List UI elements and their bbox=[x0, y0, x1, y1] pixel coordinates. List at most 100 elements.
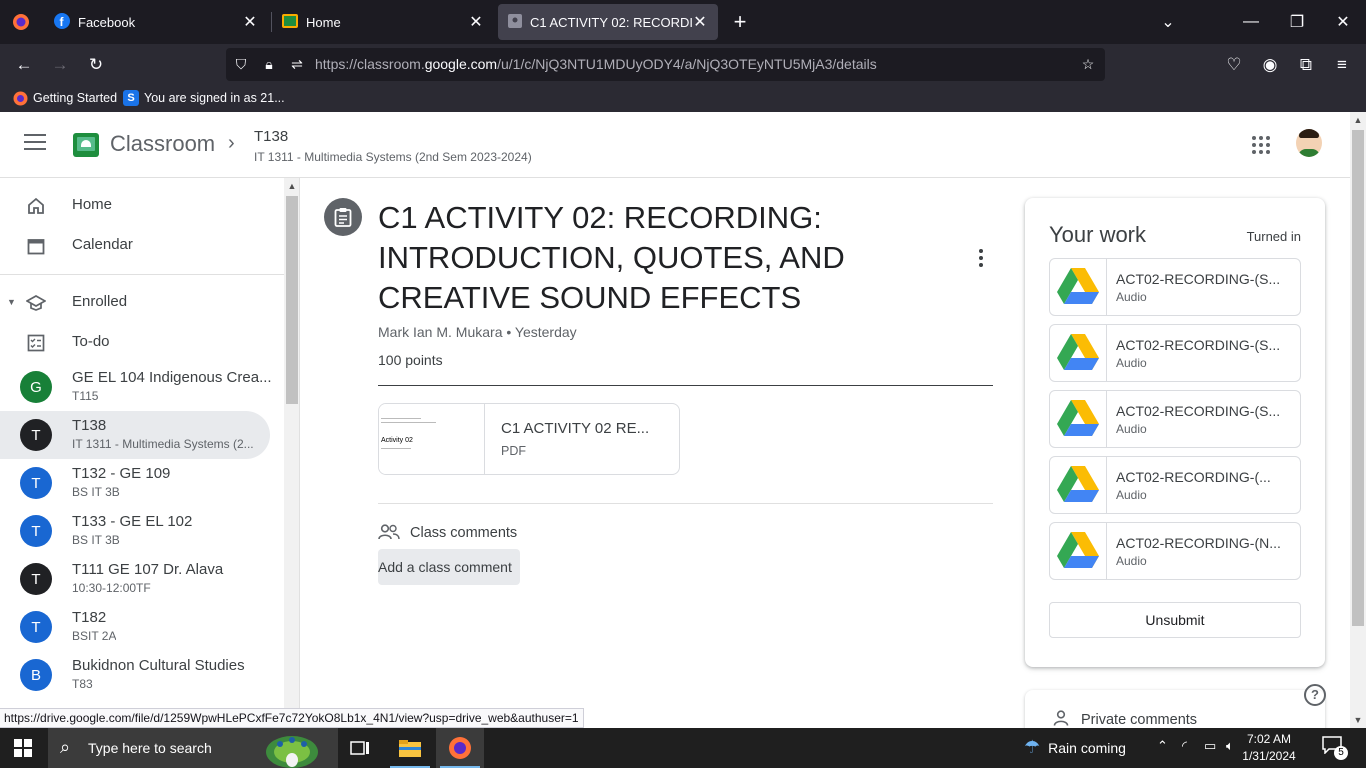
url-bar[interactable]: ⛉ 🔒︎ ⇌ https://classroom.google.com/u/1/… bbox=[226, 48, 1105, 81]
sidebar-item-class[interactable]: T T111 GE 107 Dr. Alava 10:30-12:00TF bbox=[0, 555, 270, 603]
new-tab-icon[interactable]: + bbox=[728, 8, 752, 36]
sidebar-item-class[interactable]: G GE EL 104 Indigenous Crea... T115 bbox=[0, 363, 272, 411]
chevron-up-icon[interactable]: ⌃ bbox=[1157, 738, 1168, 754]
scrollbar-thumb[interactable] bbox=[1352, 130, 1364, 626]
attachment-card[interactable]: Activity 02 C1 ACTIVITY 02 RE... PDF bbox=[378, 403, 680, 475]
close-icon[interactable]: ✕ bbox=[242, 12, 258, 32]
checklist-icon bbox=[24, 331, 48, 355]
reload-icon[interactable]: ↻ bbox=[83, 52, 109, 78]
avatar[interactable] bbox=[1296, 129, 1322, 157]
google-apps-icon[interactable] bbox=[1252, 136, 1270, 154]
taskbar-search[interactable]: ⌕ Type here to search bbox=[48, 728, 338, 768]
calendar-icon bbox=[24, 234, 48, 258]
battery-icon[interactable]: ▭ bbox=[1204, 738, 1216, 754]
minimize-icon[interactable]: — bbox=[1228, 0, 1274, 44]
sidebar-item-class[interactable]: B Bukidnon Cultural Studies T83 bbox=[0, 651, 270, 699]
forward-icon[interactable]: → bbox=[47, 52, 73, 78]
sidebar-item-class-selected[interactable]: T T138 IT 1311 - Multimedia Systems (2..… bbox=[0, 411, 270, 459]
shield-icon[interactable]: ⛉ bbox=[232, 55, 250, 73]
divider bbox=[378, 503, 993, 504]
url-text[interactable]: https://classroom.google.com/u/1/c/NjQ3N… bbox=[315, 56, 877, 72]
class-section: T83 bbox=[72, 677, 93, 691]
pocket-icon[interactable]: ♡ bbox=[1221, 52, 1247, 78]
add-class-comment-button[interactable]: Add a class comment bbox=[378, 549, 520, 585]
tab-facebook[interactable]: f Facebook ✕ bbox=[44, 4, 268, 40]
file-name: ACT02-RECORDING-(S... bbox=[1116, 403, 1281, 419]
bookmark-star-icon[interactable]: ☆ bbox=[1079, 55, 1097, 73]
page-scrollbar[interactable]: ▲ ▼ bbox=[1350, 112, 1366, 728]
file-name: ACT02-RECORDING-(S... bbox=[1116, 271, 1281, 287]
sidebar-scrollbar[interactable]: ▲ bbox=[284, 178, 299, 728]
weather-widget[interactable]: ☂ Rain coming bbox=[1024, 737, 1126, 758]
scroll-down-icon[interactable]: ▼ bbox=[1350, 712, 1366, 728]
navigation-toolbar: ← → ↻ ⛉ 🔒︎ ⇌ https://classroom.google.co… bbox=[0, 44, 1366, 86]
window-close-icon[interactable]: ✕ bbox=[1320, 0, 1366, 44]
pdf-thumbnail: Activity 02 bbox=[379, 404, 485, 474]
notification-center-icon[interactable]: 5 bbox=[1322, 736, 1348, 760]
sidebar-item-calendar[interactable]: Calendar bbox=[0, 222, 270, 270]
main-menu-icon[interactable] bbox=[24, 134, 46, 152]
sidebar-item-class[interactable]: T T132 - GE 109 BS IT 3B bbox=[0, 459, 270, 507]
scroll-up-icon[interactable]: ▲ bbox=[284, 178, 299, 194]
private-comments-card[interactable]: Private comments bbox=[1025, 690, 1325, 728]
file-type: Audio bbox=[1116, 290, 1147, 304]
restore-icon[interactable]: ❐ bbox=[1274, 0, 1320, 44]
umbrella-icon: ☂ bbox=[1024, 737, 1041, 757]
course-subtitle: IT 1311 - Multimedia Systems (2nd Sem 20… bbox=[254, 150, 532, 164]
author-line: Mark Ian M. Mukara • Yesterday bbox=[378, 324, 577, 340]
firefox-menu-icon[interactable] bbox=[0, 0, 42, 44]
google-drive-icon bbox=[1050, 523, 1107, 579]
close-icon[interactable]: ✕ bbox=[468, 12, 484, 32]
unsubmit-button[interactable]: Unsubmit bbox=[1049, 602, 1301, 638]
assignment-icon bbox=[508, 13, 522, 31]
submitted-file[interactable]: ACT02-RECORDING-(S... Audio bbox=[1049, 324, 1301, 382]
sidebar-item-class[interactable]: T T133 - GE EL 102 BS IT 3B bbox=[0, 507, 270, 555]
course-title[interactable]: T138 bbox=[254, 128, 288, 145]
extensions-icon[interactable]: ⧉ bbox=[1293, 52, 1319, 78]
brand-name[interactable]: Classroom bbox=[110, 131, 215, 157]
task-view-icon[interactable] bbox=[336, 728, 384, 768]
account-icon[interactable]: ◉ bbox=[1257, 52, 1283, 78]
class-avatar: T bbox=[20, 611, 52, 643]
your-work-card: Your work Turned in ACT02-RECORDING-(S..… bbox=[1025, 198, 1325, 667]
classroom-icon bbox=[282, 13, 298, 31]
class-name: GE EL 104 Indigenous Crea... bbox=[72, 369, 272, 386]
scrollbar-thumb[interactable] bbox=[286, 196, 298, 404]
thumbnail-title: Activity 02 bbox=[381, 437, 413, 444]
bookmark-label: Getting Started bbox=[33, 91, 118, 105]
system-clock[interactable]: 7:02 AM 1/31/2024 bbox=[1222, 731, 1316, 765]
classroom-header: Classroom › T138 IT 1311 - Multimedia Sy… bbox=[0, 112, 1350, 178]
file-name: ACT02-RECORDING-(... bbox=[1116, 469, 1271, 485]
submitted-file[interactable]: ACT02-RECORDING-(... Audio bbox=[1049, 456, 1301, 514]
app-menu-icon[interactable]: ≡ bbox=[1329, 52, 1355, 78]
facebook-icon: f bbox=[54, 12, 70, 32]
permissions-icon[interactable]: ⇌ bbox=[288, 55, 306, 73]
file-type: Audio bbox=[1116, 422, 1147, 436]
file-explorer-icon[interactable] bbox=[386, 728, 434, 768]
class-name: T138 bbox=[72, 417, 107, 434]
more-options-icon[interactable] bbox=[972, 247, 990, 269]
windows-start-icon[interactable] bbox=[14, 739, 32, 757]
firefox-taskbar-icon[interactable] bbox=[436, 728, 484, 768]
classroom-logo[interactable] bbox=[73, 133, 99, 157]
sidebar-item-todo[interactable]: To-do bbox=[0, 319, 270, 367]
back-icon[interactable]: ← bbox=[11, 52, 37, 78]
class-name: T133 - GE EL 102 bbox=[72, 513, 193, 530]
class-section: BS IT 3B bbox=[72, 485, 120, 499]
bookmark-signed-in[interactable]: S You are signed in as 21... bbox=[123, 90, 285, 106]
tab-home[interactable]: Home ✕ bbox=[272, 4, 494, 40]
sidebar-item-class[interactable]: T T182 BSIT 2A bbox=[0, 603, 270, 651]
help-icon[interactable]: ? bbox=[1304, 684, 1326, 706]
lock-icon[interactable]: 🔒︎ bbox=[260, 55, 278, 73]
close-icon[interactable]: ✕ bbox=[692, 12, 708, 32]
bookmark-getting-started[interactable]: Getting Started bbox=[12, 90, 117, 106]
wifi-icon[interactable]: ◜ bbox=[1182, 738, 1187, 754]
scroll-up-icon[interactable]: ▲ bbox=[1350, 112, 1366, 128]
list-tabs-icon[interactable]: ⌄ bbox=[1145, 0, 1191, 44]
submitted-file[interactable]: ACT02-RECORDING-(S... Audio bbox=[1049, 390, 1301, 448]
tab-assignment[interactable]: C1 ACTIVITY 02: RECORDING: IN ✕ bbox=[498, 4, 718, 40]
caret-down-icon[interactable]: ▼ bbox=[7, 297, 16, 307]
class-name: T132 - GE 109 bbox=[72, 465, 171, 482]
submitted-file[interactable]: ACT02-RECORDING-(S... Audio bbox=[1049, 258, 1301, 316]
submitted-file[interactable]: ACT02-RECORDING-(N... Audio bbox=[1049, 522, 1301, 580]
